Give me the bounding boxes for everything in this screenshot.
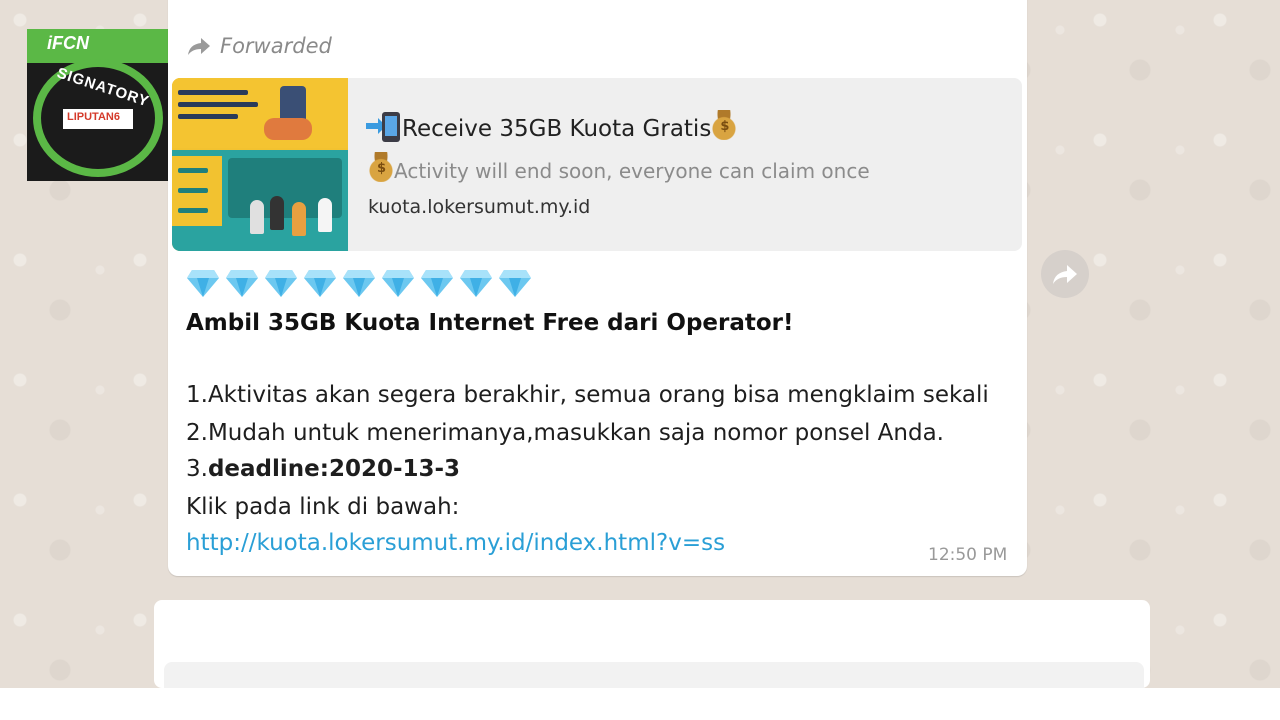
diamond-icon — [303, 268, 337, 298]
link-preview-thumbnail — [172, 78, 348, 251]
link-preview-title: Receive 35GB Kuota Gratis — [366, 110, 738, 142]
share-forward-icon — [1053, 265, 1077, 284]
money-bag-icon — [711, 110, 738, 140]
money-bag-icon — [368, 152, 394, 182]
diamond-row — [186, 268, 532, 298]
forwarded-label: Forwarded — [220, 34, 332, 58]
link-preview-description: Activity will end soon, everyone can cla… — [368, 152, 870, 183]
message-link[interactable]: http://kuota.lokersumut.my.id/index.html… — [186, 530, 725, 556]
message-heading: Ambil 35GB Kuota Internet Free dari Oper… — [186, 310, 794, 336]
diamond-icon — [342, 268, 376, 298]
message-line-2: 2.Mudah untuk menerimanya,masukkan saja … — [186, 420, 944, 446]
diamond-icon — [459, 268, 493, 298]
forwarded-indicator: Forwarded — [186, 32, 332, 60]
diamond-icon — [264, 268, 298, 298]
logo-badge: LIPUTAN6 — [63, 109, 133, 129]
diamond-icon — [420, 268, 454, 298]
link-preview-domain: kuota.lokersumut.my.id — [368, 196, 591, 218]
bottom-strip — [0, 688, 1280, 720]
ifcn-signatory-logo: iFCN SIGNATORY LIPUTAN6 — [27, 29, 171, 181]
mobile-phone-arrow-icon — [366, 112, 402, 142]
share-forward-button[interactable] — [1041, 250, 1089, 298]
diamond-icon — [186, 268, 220, 298]
link-preview-card[interactable]: Receive 35GB Kuota Gratis Activity will … — [172, 78, 1022, 251]
logo-ifcn-text: iFCN — [47, 33, 89, 53]
link-preview-description-text: Activity will end soon, everyone can cla… — [394, 159, 870, 183]
message-timestamp: 12:50 PM — [928, 545, 1008, 565]
next-message-inner — [164, 662, 1144, 688]
message-line-1: 1.Aktivitas akan segera berakhir, semua … — [186, 382, 989, 408]
message-line-3-prefix: 3. — [186, 456, 208, 482]
message-deadline: deadline:2020-13-3 — [207, 456, 461, 482]
link-preview-title-text: Receive 35GB Kuota Gratis — [402, 116, 712, 142]
diamond-icon — [225, 268, 259, 298]
forward-arrow-icon — [188, 38, 210, 55]
message-line-4: Klik pada link di bawah: — [186, 494, 460, 520]
message-line-3: 3.deadline:2020-13-3 — [186, 456, 460, 482]
diamond-icon — [498, 268, 532, 298]
diamond-icon — [381, 268, 415, 298]
